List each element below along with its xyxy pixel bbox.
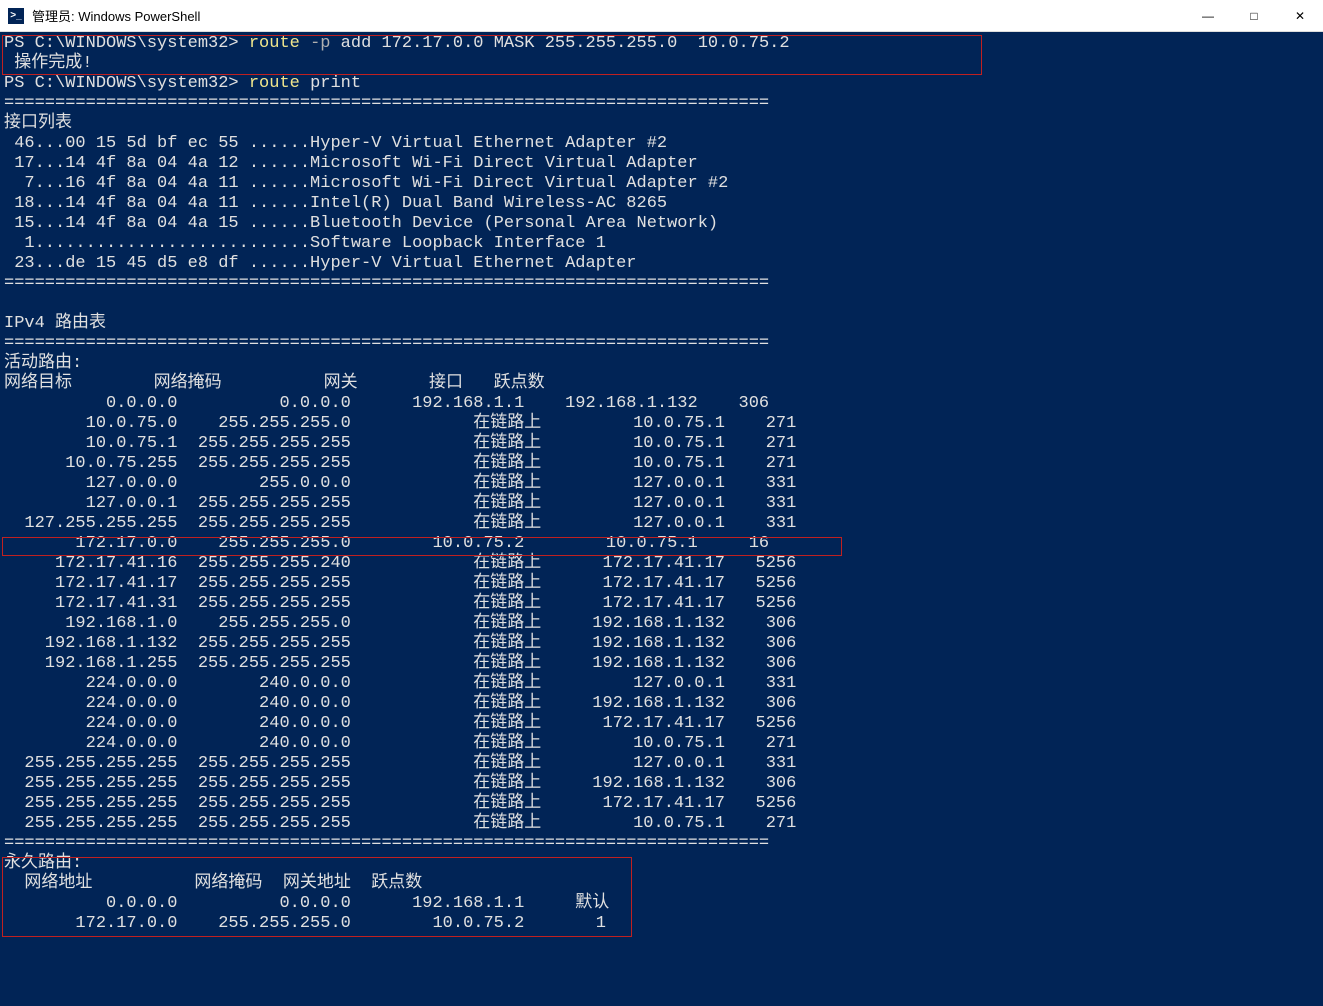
persistent-route-row: 172.17.0.0 255.255.255.0 10.0.75.2 1 (4, 914, 1319, 934)
separator: ========================================… (4, 274, 1319, 294)
route-row: 127.0.0.0 255.0.0.0 在链路上 127.0.0.1 331 (4, 474, 1319, 494)
route-args: print (310, 74, 361, 93)
route-row: 255.255.255.255 255.255.255.255 在链路上 127… (4, 754, 1319, 774)
interface-row: 18...14 4f 8a 04 4a 11 ......Intel(R) Du… (4, 194, 1319, 214)
route-flag: -p (310, 34, 330, 53)
route-row: 0.0.0.0 0.0.0.0 192.168.1.1 192.168.1.13… (4, 394, 1319, 414)
blank-line (4, 294, 1319, 314)
ipv4-title: IPv4 路由表 (4, 314, 1319, 334)
interface-row: 17...14 4f 8a 04 4a 12 ......Microsoft W… (4, 154, 1319, 174)
route-row: 255.255.255.255 255.255.255.255 在链路上 10.… (4, 814, 1319, 834)
route-row: 172.17.41.16 255.255.255.240 在链路上 172.17… (4, 554, 1319, 574)
route-row: 192.168.1.0 255.255.255.0 在链路上 192.168.1… (4, 614, 1319, 634)
interface-list-header: 接口列表 (4, 114, 1319, 134)
route-row: 172.17.41.17 255.255.255.255 在链路上 172.17… (4, 574, 1319, 594)
route-row: 10.0.75.255 255.255.255.255 在链路上 10.0.75… (4, 454, 1319, 474)
interface-row: 46...00 15 5d bf ec 55 ......Hyper-V Vir… (4, 134, 1319, 154)
interface-row: 15...14 4f 8a 04 4a 15 ......Bluetooth D… (4, 214, 1319, 234)
route-row: 255.255.255.255 255.255.255.255 在链路上 192… (4, 774, 1319, 794)
route-row: 10.0.75.1 255.255.255.255 在链路上 10.0.75.1… (4, 434, 1319, 454)
route-row: 10.0.75.0 255.255.255.0 在链路上 10.0.75.1 2… (4, 414, 1319, 434)
route-row: 224.0.0.0 240.0.0.0 在链路上 10.0.75.1 271 (4, 734, 1319, 754)
operation-done: 操作完成! (4, 54, 1319, 74)
route-row: 127.0.0.1 255.255.255.255 在链路上 127.0.0.1… (4, 494, 1319, 514)
route-args: add 172.17.0.0 MASK 255.255.255.0 10.0.7… (341, 34, 790, 53)
route-row: 255.255.255.255 255.255.255.255 在链路上 172… (4, 794, 1319, 814)
route-row: 224.0.0.0 240.0.0.0 在链路上 192.168.1.132 3… (4, 694, 1319, 714)
route-keyword: route (249, 34, 300, 53)
interface-row: 7...16 4f 8a 04 4a 11 ......Microsoft Wi… (4, 174, 1319, 194)
prompt: PS C:\WINDOWS\system32> (4, 34, 239, 53)
route-keyword: route (249, 74, 300, 93)
titlebar: >_ 管理员: Windows PowerShell — □ ✕ (0, 0, 1323, 32)
separator: ========================================… (4, 334, 1319, 354)
persistent-route-row: 0.0.0.0 0.0.0.0 192.168.1.1 默认 (4, 894, 1319, 914)
interface-row: 1...........................Software Loo… (4, 234, 1319, 254)
terminal-content[interactable]: PS C:\WINDOWS\system32> route -p add 172… (0, 32, 1323, 1006)
window-title: 管理员: Windows PowerShell (32, 6, 1185, 25)
route-table-header: 网络目标 网络掩码 网关 接口 跃点数 (4, 374, 1319, 394)
prompt: PS C:\WINDOWS\system32> (4, 74, 239, 93)
maximize-button[interactable]: □ (1231, 0, 1277, 32)
route-row-highlighted: 172.17.0.0 255.255.255.0 10.0.75.2 10.0.… (4, 534, 1319, 554)
route-row: 192.168.1.132 255.255.255.255 在链路上 192.1… (4, 634, 1319, 654)
command-line-2: PS C:\WINDOWS\system32> route print (4, 74, 1319, 94)
command-line-1: PS C:\WINDOWS\system32> route -p add 172… (4, 34, 1319, 54)
route-row: 192.168.1.255 255.255.255.255 在链路上 192.1… (4, 654, 1319, 674)
route-row: 224.0.0.0 240.0.0.0 在链路上 127.0.0.1 331 (4, 674, 1319, 694)
separator: ========================================… (4, 94, 1319, 114)
powershell-icon: >_ (8, 8, 24, 24)
separator: ========================================… (4, 834, 1319, 854)
interface-row: 23...de 15 45 d5 e8 df ......Hyper-V Vir… (4, 254, 1319, 274)
persistent-routes-label: 永久路由: (4, 854, 1319, 874)
route-row: 224.0.0.0 240.0.0.0 在链路上 172.17.41.17 52… (4, 714, 1319, 734)
close-button[interactable]: ✕ (1277, 0, 1323, 32)
minimize-button[interactable]: — (1185, 0, 1231, 32)
route-row: 127.255.255.255 255.255.255.255 在链路上 127… (4, 514, 1319, 534)
window-controls: — □ ✕ (1185, 0, 1323, 32)
active-routes-label: 活动路由: (4, 354, 1319, 374)
route-row: 172.17.41.31 255.255.255.255 在链路上 172.17… (4, 594, 1319, 614)
persistent-header: 网络地址 网络掩码 网关地址 跃点数 (4, 874, 1319, 894)
